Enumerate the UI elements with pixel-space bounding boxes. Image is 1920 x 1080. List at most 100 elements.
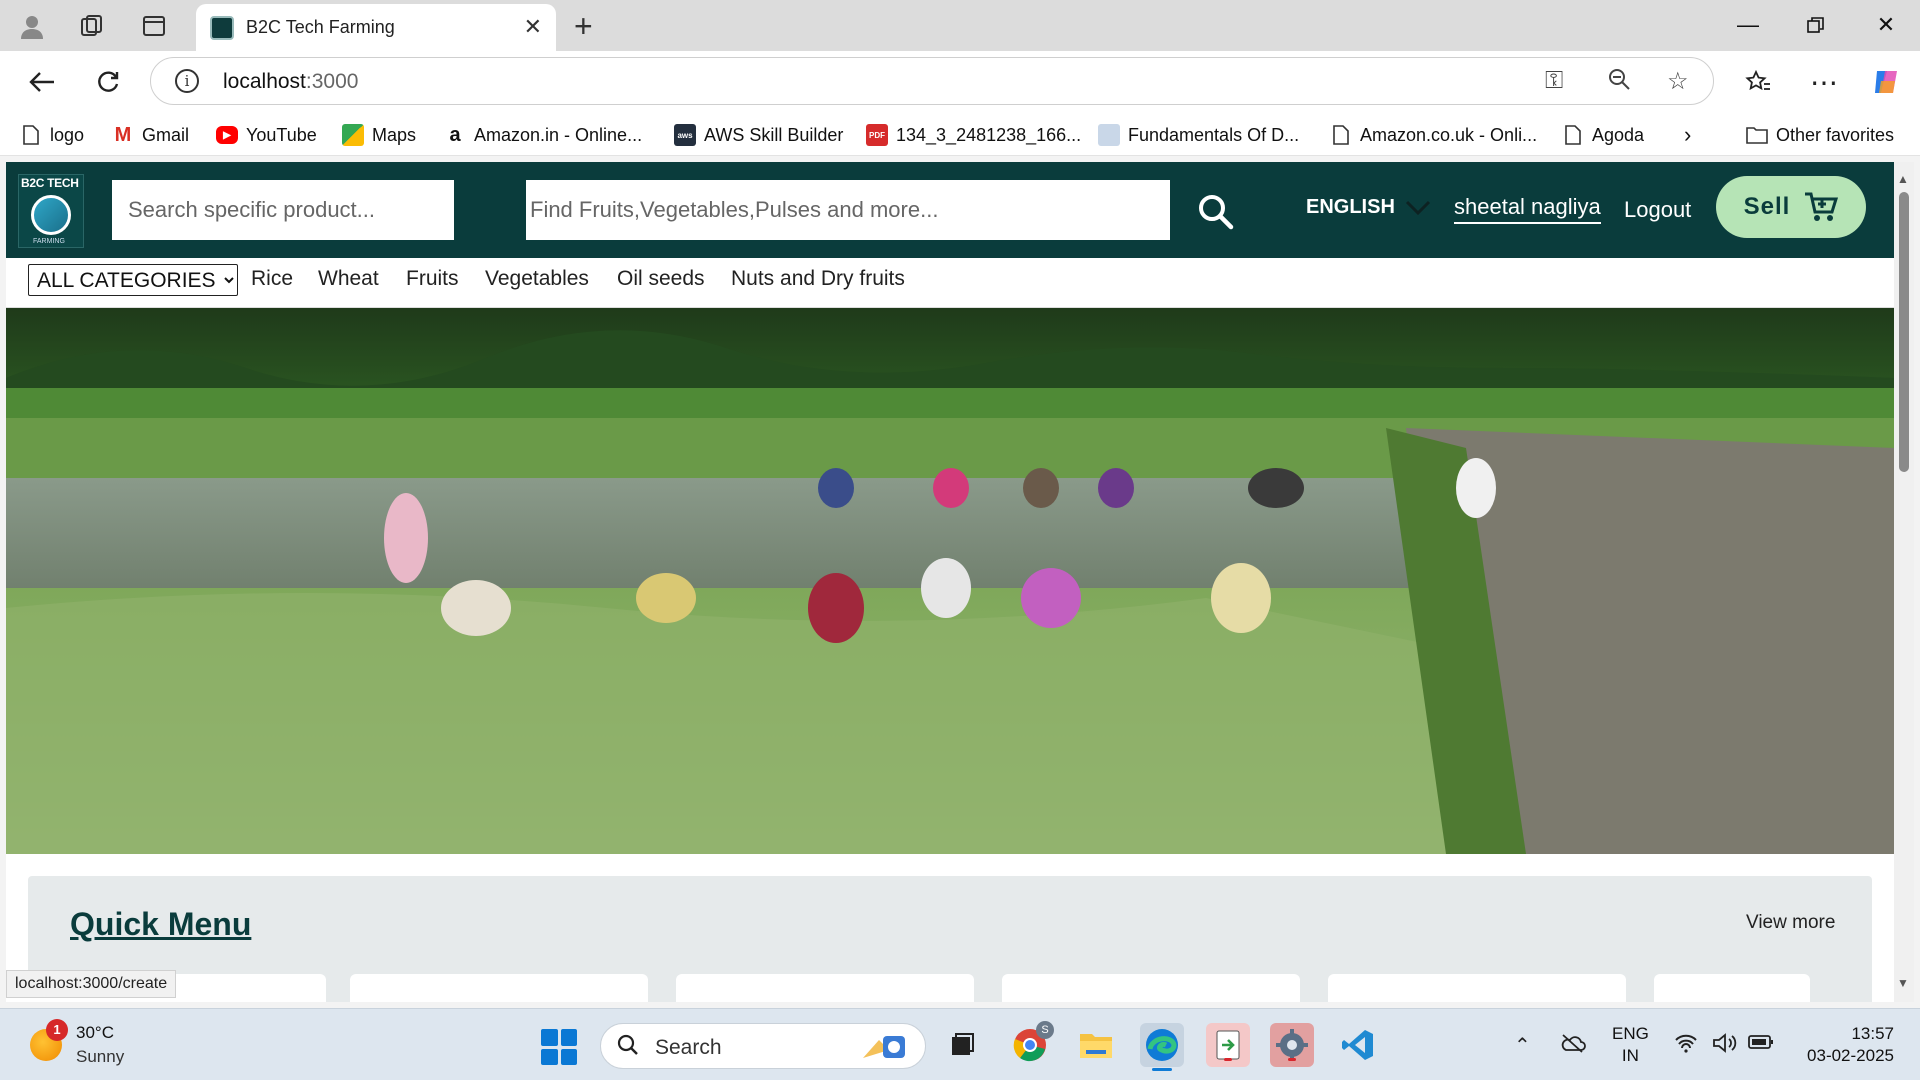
url-text: localhost:3000: [223, 70, 359, 93]
windows-start-icon[interactable]: [541, 1029, 577, 1065]
site-info-icon[interactable]: i: [175, 69, 199, 93]
running-app-indicator: [1224, 1058, 1232, 1061]
scroll-up-arrow-icon[interactable]: ▲: [1897, 172, 1909, 186]
catalog-search-input[interactable]: [526, 180, 1170, 240]
input-language-indicator[interactable]: ENG IN: [1612, 1023, 1649, 1067]
chrome-icon[interactable]: S: [1008, 1021, 1054, 1067]
favorites-icon[interactable]: [1738, 63, 1778, 101]
file-explorer-icon[interactable]: [1074, 1023, 1118, 1067]
favorite-youtube[interactable]: ▶ YouTube: [216, 122, 317, 148]
search-icon[interactable]: [1196, 192, 1236, 232]
favorite-amazon-in[interactable]: a Amazon.in - Online...: [444, 122, 642, 148]
weather-description[interactable]: Sunny: [76, 1047, 124, 1067]
favorites-bar: logo M Gmail ▶ YouTube Maps a Amazon.in …: [0, 112, 1920, 156]
quick-menu-title: Quick Menu: [70, 906, 252, 942]
wifi-icon[interactable]: [1674, 1033, 1698, 1059]
minimize-button[interactable]: —: [1728, 8, 1768, 42]
pdf-icon: PDF: [866, 124, 888, 146]
new-tab-button[interactable]: +: [574, 8, 593, 45]
gmail-icon: M: [114, 123, 132, 146]
favorite-fundamentals[interactable]: Fundamentals Of D...: [1098, 122, 1299, 148]
site-logo[interactable]: B2C TECH FARMING: [18, 174, 84, 248]
refresh-button[interactable]: [88, 63, 128, 101]
task-view-icon[interactable]: [940, 1023, 984, 1067]
favorite-agoda[interactable]: Agoda: [1562, 122, 1644, 148]
page-scrollbar[interactable]: ▲ ▼: [1894, 162, 1914, 1002]
quick-menu-card[interactable]: [676, 974, 974, 1002]
more-favorites-chevron-icon[interactable]: ›: [1684, 122, 1691, 148]
quick-menu-card[interactable]: [1328, 974, 1626, 1002]
workspaces-icon[interactable]: [76, 10, 108, 42]
volume-icon[interactable]: [1712, 1033, 1738, 1059]
search-highlight-icon: [859, 1032, 915, 1067]
scrollbar-thumb[interactable]: [1899, 192, 1909, 472]
cart-icon: [1805, 192, 1839, 221]
weather-temperature[interactable]: 30°C: [76, 1023, 114, 1043]
edge-icon[interactable]: [1140, 1023, 1184, 1071]
onedrive-cloud-icon[interactable]: [1560, 1033, 1586, 1059]
sticky-app-icon[interactable]: [1206, 1023, 1250, 1067]
favorite-amazon-co-uk[interactable]: Amazon.co.uk - Onli...: [1330, 122, 1537, 148]
page-icon: [20, 124, 42, 146]
category-vegetables[interactable]: Vegetables: [485, 267, 589, 291]
battery-icon[interactable]: [1748, 1033, 1774, 1056]
address-bar[interactable]: i localhost:3000 ⚿ ☆: [150, 57, 1714, 105]
favorite-logo[interactable]: logo: [20, 122, 84, 148]
vscode-icon[interactable]: [1336, 1023, 1380, 1067]
page-icon: [1330, 124, 1352, 146]
favorite-pdf[interactable]: PDF 134_3_2481238_166...: [866, 122, 1081, 148]
aws-icon: aws: [674, 124, 696, 146]
weather-notification-badge: 1: [46, 1019, 68, 1041]
taskbar-search-box[interactable]: Search: [600, 1023, 926, 1069]
copilot-icon[interactable]: [1866, 63, 1906, 101]
site-icon: [1098, 124, 1120, 146]
key-icon[interactable]: ⚿: [1545, 67, 1563, 95]
profile-icon[interactable]: [16, 10, 48, 42]
show-hidden-icons-chevron-icon[interactable]: ⌃: [1514, 1033, 1531, 1058]
youtube-icon: ▶: [216, 126, 238, 144]
page-viewport: B2C TECH FARMING ENGLISH sheetal nagliya…: [6, 162, 1894, 1002]
favorite-aws-skill-builder[interactable]: aws AWS Skill Builder: [674, 122, 843, 148]
maps-icon: [342, 124, 364, 146]
system-clock[interactable]: 13:57 03-02-2025: [1794, 1023, 1894, 1067]
favorite-gmail[interactable]: M Gmail: [112, 122, 189, 148]
settings-gear-icon[interactable]: [1270, 1023, 1314, 1067]
browser-toolbar: i localhost:3000 ⚿ ☆ ⋯: [0, 51, 1920, 112]
zoom-out-icon[interactable]: [1607, 67, 1631, 98]
hero-banner-image: [6, 308, 1894, 854]
category-select[interactable]: ALL CATEGORIES: [28, 264, 238, 296]
more-menu-icon[interactable]: ⋯: [1804, 63, 1844, 101]
active-app-indicator: [1152, 1068, 1172, 1071]
other-favorites[interactable]: Other favorites: [1746, 122, 1894, 148]
close-window-button[interactable]: ✕: [1866, 8, 1906, 42]
logout-link[interactable]: Logout: [1624, 197, 1691, 223]
quick-menu-card[interactable]: [350, 974, 648, 1002]
category-bar: ALL CATEGORIES Rice Wheat Fruits Vegetab…: [6, 258, 1894, 308]
link-status-tooltip: localhost:3000/create: [6, 970, 177, 998]
site-header: B2C TECH FARMING ENGLISH sheetal nagliya…: [6, 162, 1894, 258]
close-tab-icon[interactable]: ✕: [524, 14, 542, 40]
favorite-star-icon[interactable]: ☆: [1667, 67, 1689, 96]
sell-button[interactable]: Sell: [1716, 176, 1866, 238]
view-more-link[interactable]: View more: [1746, 912, 1835, 934]
category-fruits[interactable]: Fruits: [406, 267, 459, 291]
favorite-maps[interactable]: Maps: [342, 122, 416, 148]
category-nuts-dry-fruits[interactable]: Nuts and Dry fruits: [731, 267, 905, 291]
tab-b2c-tech-farming[interactable]: B2C Tech Farming ✕: [196, 4, 556, 51]
language-selector[interactable]: ENGLISH: [1306, 196, 1431, 219]
site-favicon-icon: [210, 16, 234, 40]
specific-product-search-input[interactable]: [112, 180, 454, 240]
restore-button[interactable]: [1796, 8, 1836, 42]
user-name-link[interactable]: sheetal nagliya: [1454, 194, 1601, 224]
category-rice[interactable]: Rice: [251, 267, 293, 291]
page-icon: [1562, 124, 1584, 146]
vertical-tabs-icon[interactable]: [138, 10, 170, 42]
category-oil-seeds[interactable]: Oil seeds: [617, 267, 705, 291]
category-wheat[interactable]: Wheat: [318, 267, 379, 291]
scroll-down-arrow-icon[interactable]: ▼: [1897, 976, 1909, 990]
quick-menu-card[interactable]: [1654, 974, 1810, 1002]
quick-menu-card[interactable]: [1002, 974, 1300, 1002]
logo-leaf-icon: [31, 195, 71, 235]
back-button[interactable]: [22, 63, 62, 101]
amazon-icon: a: [449, 123, 461, 146]
